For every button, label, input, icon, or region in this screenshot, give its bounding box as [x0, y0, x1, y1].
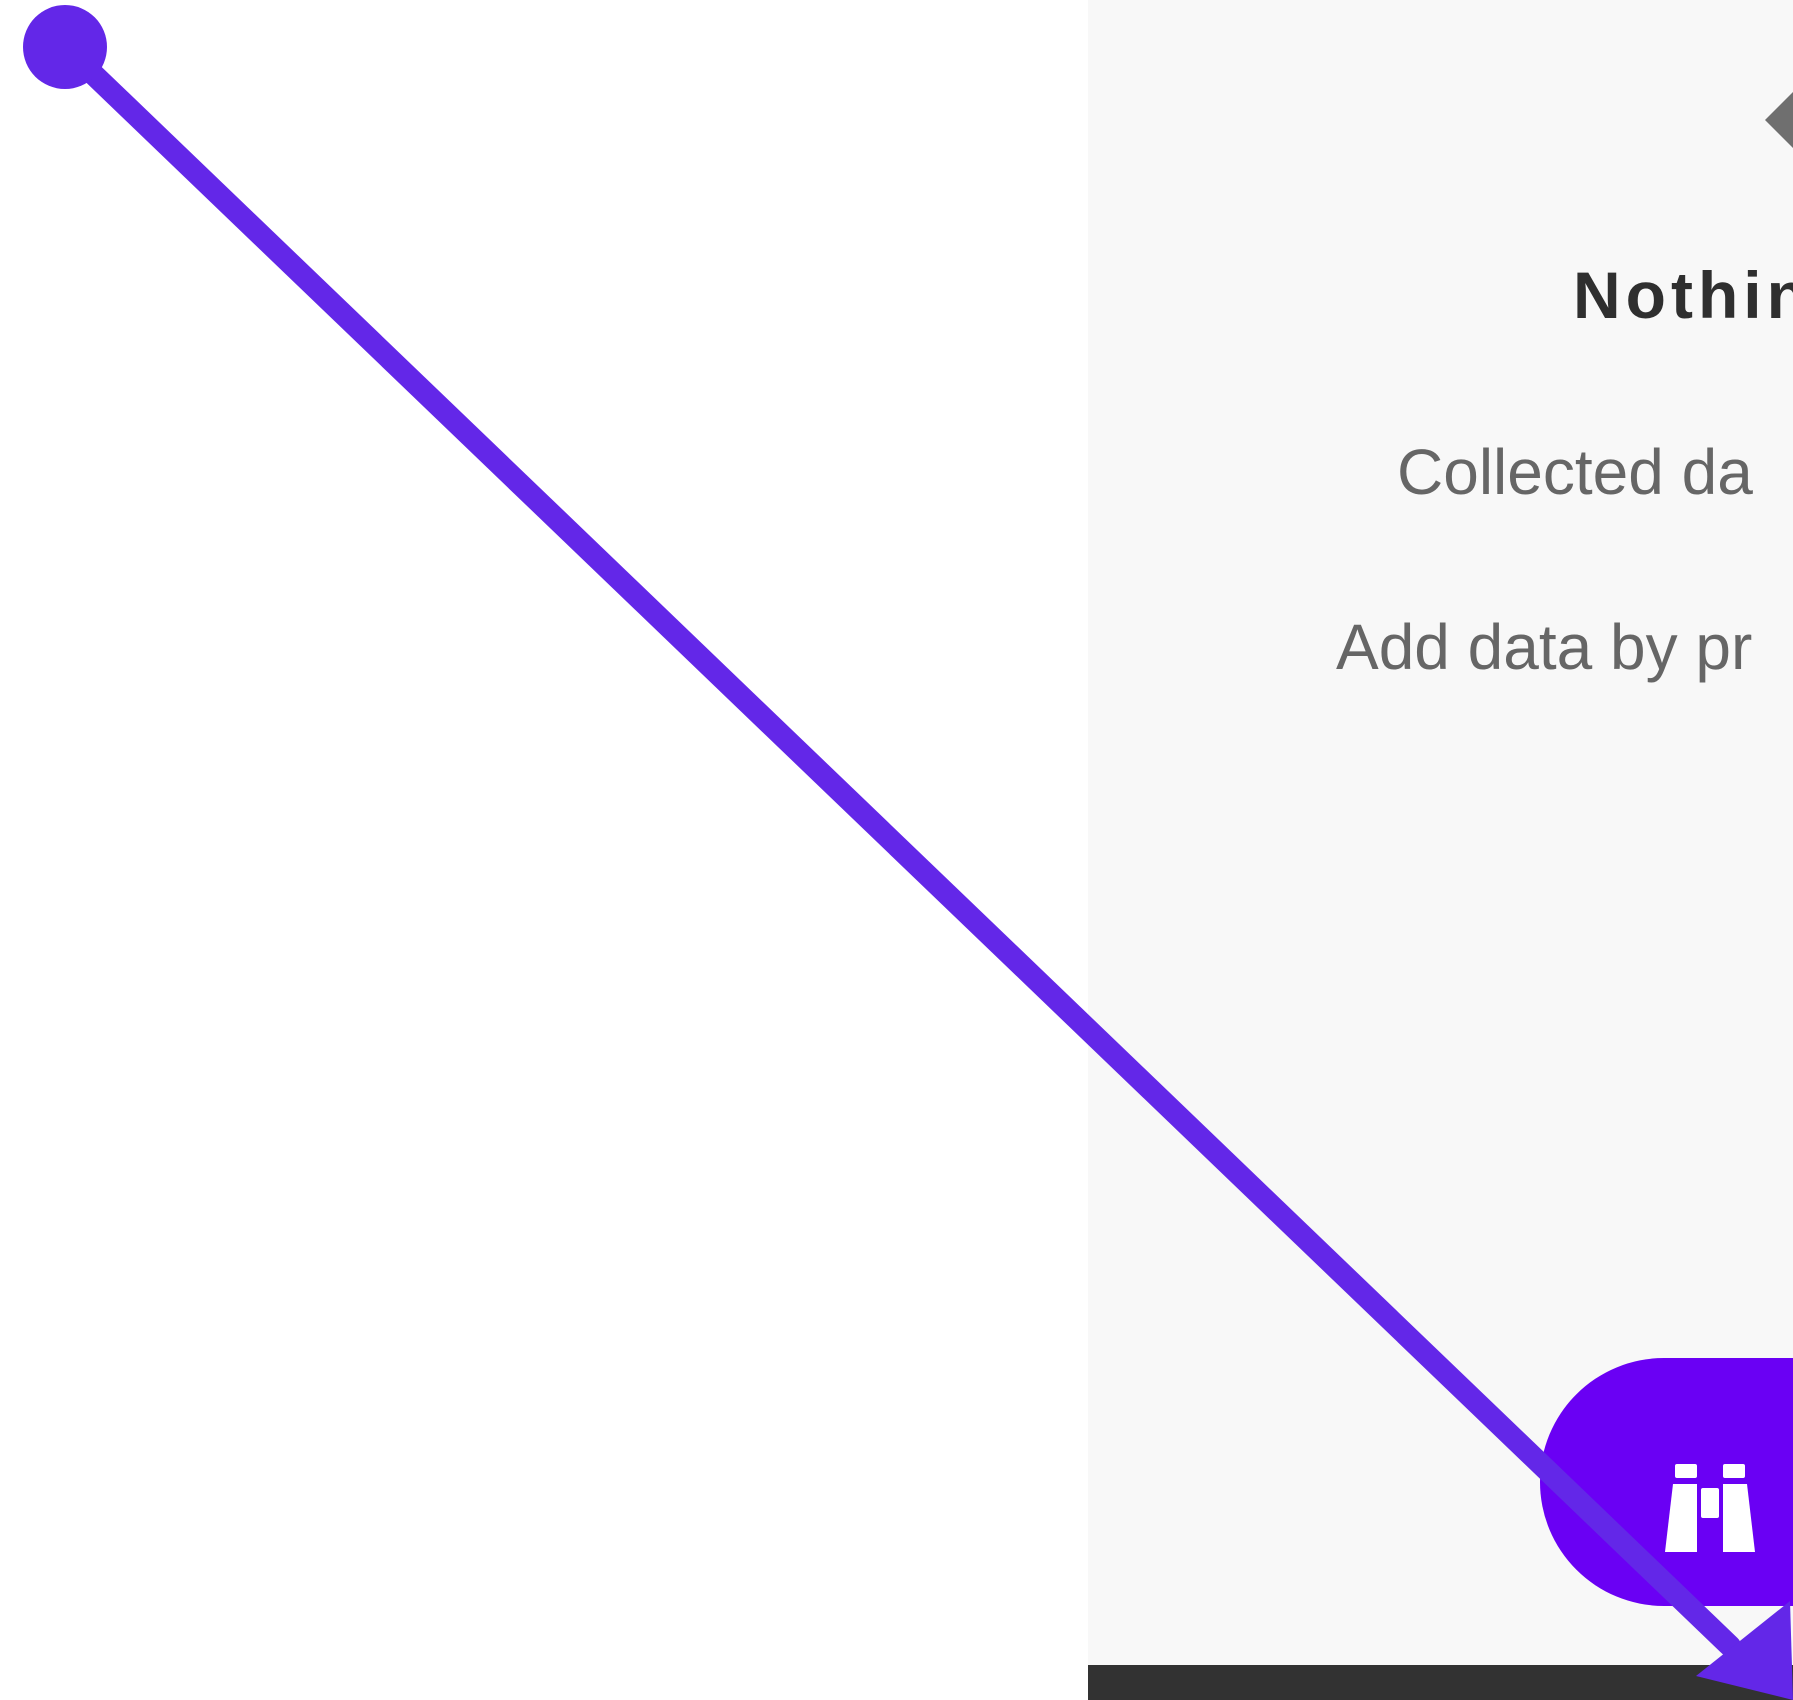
app-screen: Nothin Collected da Add data by pr: [1088, 0, 1793, 1700]
bottom-bar: [1088, 1665, 1793, 1700]
binoculars-icon: [1665, 1464, 1755, 1554]
empty-state-instruction: Add data by pr: [1336, 611, 1753, 683]
explore-fab-button[interactable]: [1540, 1358, 1793, 1606]
empty-state-title: Nothin: [1573, 258, 1793, 332]
empty-state-description: Collected da: [1397, 436, 1753, 508]
edit-diamond-icon: [1765, 60, 1793, 220]
